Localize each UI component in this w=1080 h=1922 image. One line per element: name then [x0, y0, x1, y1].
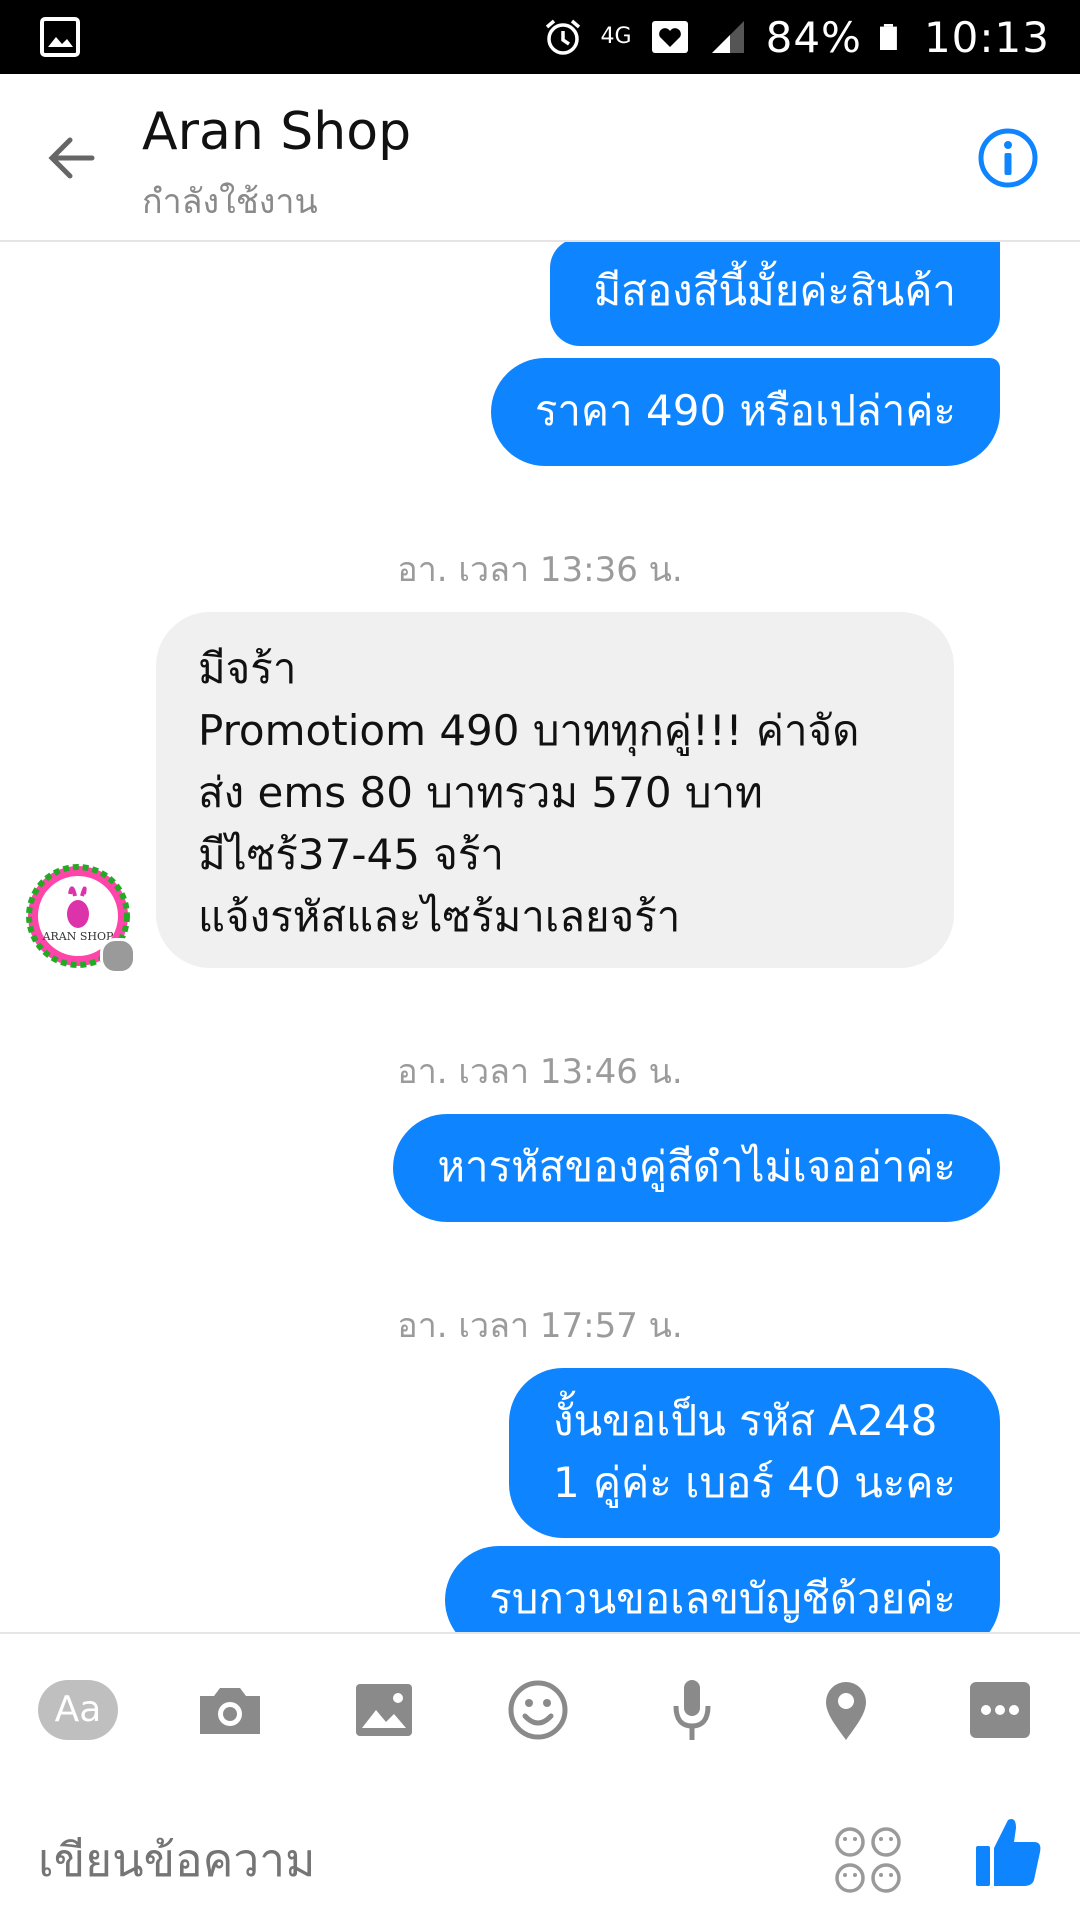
- network-type-label: 4G: [600, 24, 632, 49]
- status-bar: 4G 84% 10:13: [0, 0, 1080, 74]
- composer: Aa: [0, 1632, 1080, 1922]
- outgoing-message[interactable]: ราคา 490 หรือเปล่าค่ะ: [490, 358, 1000, 466]
- thumbs-up-icon[interactable]: [972, 1812, 1044, 1892]
- battery-icon: [879, 24, 897, 50]
- gallery-notification-icon: [40, 17, 80, 57]
- more-options-icon[interactable]: [960, 1670, 1040, 1750]
- outgoing-message[interactable]: หารหัสของคู่สีดำไม่เจออ่าค่ะ: [393, 1114, 1000, 1222]
- info-icon[interactable]: [976, 126, 1040, 190]
- signal-icon: [711, 21, 744, 53]
- camera-icon[interactable]: [190, 1670, 270, 1750]
- conversation-header: Aran Shop กำลังใช้งาน: [0, 74, 1080, 242]
- timestamp: อา. เวลา 13:46 น.: [397, 1052, 683, 1092]
- status-bar-right: 4G 84% 10:13: [543, 0, 1050, 74]
- avatar-label: ARAN SHOP: [42, 930, 114, 943]
- contact-name: Aran Shop: [142, 102, 412, 162]
- gallery-icon[interactable]: [344, 1670, 424, 1750]
- outgoing-message[interactable]: งั้นขอเป็น รหัส A248 1 คู่ค่ะ เบอร์ 40 น…: [508, 1368, 1000, 1538]
- outgoing-message[interactable]: รบกวนขอเลขบัญชีด้วยค่ะ: [445, 1546, 1000, 1632]
- alarm-icon: [545, 19, 580, 55]
- outgoing-message[interactable]: มีสองสีนี้มั้ยค่ะสินค้า: [549, 242, 1000, 346]
- active-status: กำลังใช้งาน: [142, 182, 318, 222]
- message-input[interactable]: [36, 1814, 800, 1906]
- incoming-message[interactable]: มีจร้า Promotiom 490 บาททุกคู่!!! ค่าจัด…: [156, 612, 954, 968]
- timestamp: อา. เวลา 13:36 น.: [397, 550, 683, 590]
- location-pin-icon[interactable]: [806, 1670, 886, 1750]
- heart-notification-icon: [651, 21, 688, 53]
- clock: 10:13: [923, 12, 1050, 62]
- text-format-button[interactable]: Aa: [38, 1680, 118, 1740]
- timestamp: อา. เวลา 17:57 น.: [397, 1306, 683, 1346]
- battery-percent: 84%: [765, 12, 862, 62]
- facebook-badge-icon: [100, 938, 136, 974]
- emoji-icon[interactable]: [498, 1670, 578, 1750]
- sticker-icon[interactable]: [832, 1824, 904, 1896]
- microphone-icon[interactable]: [652, 1670, 732, 1750]
- back-arrow-icon[interactable]: [40, 126, 104, 190]
- message-list[interactable]: มีสองสีนี้มั้ยค่ะสินค้า ราคา 490 หรือเปล…: [0, 242, 1080, 1632]
